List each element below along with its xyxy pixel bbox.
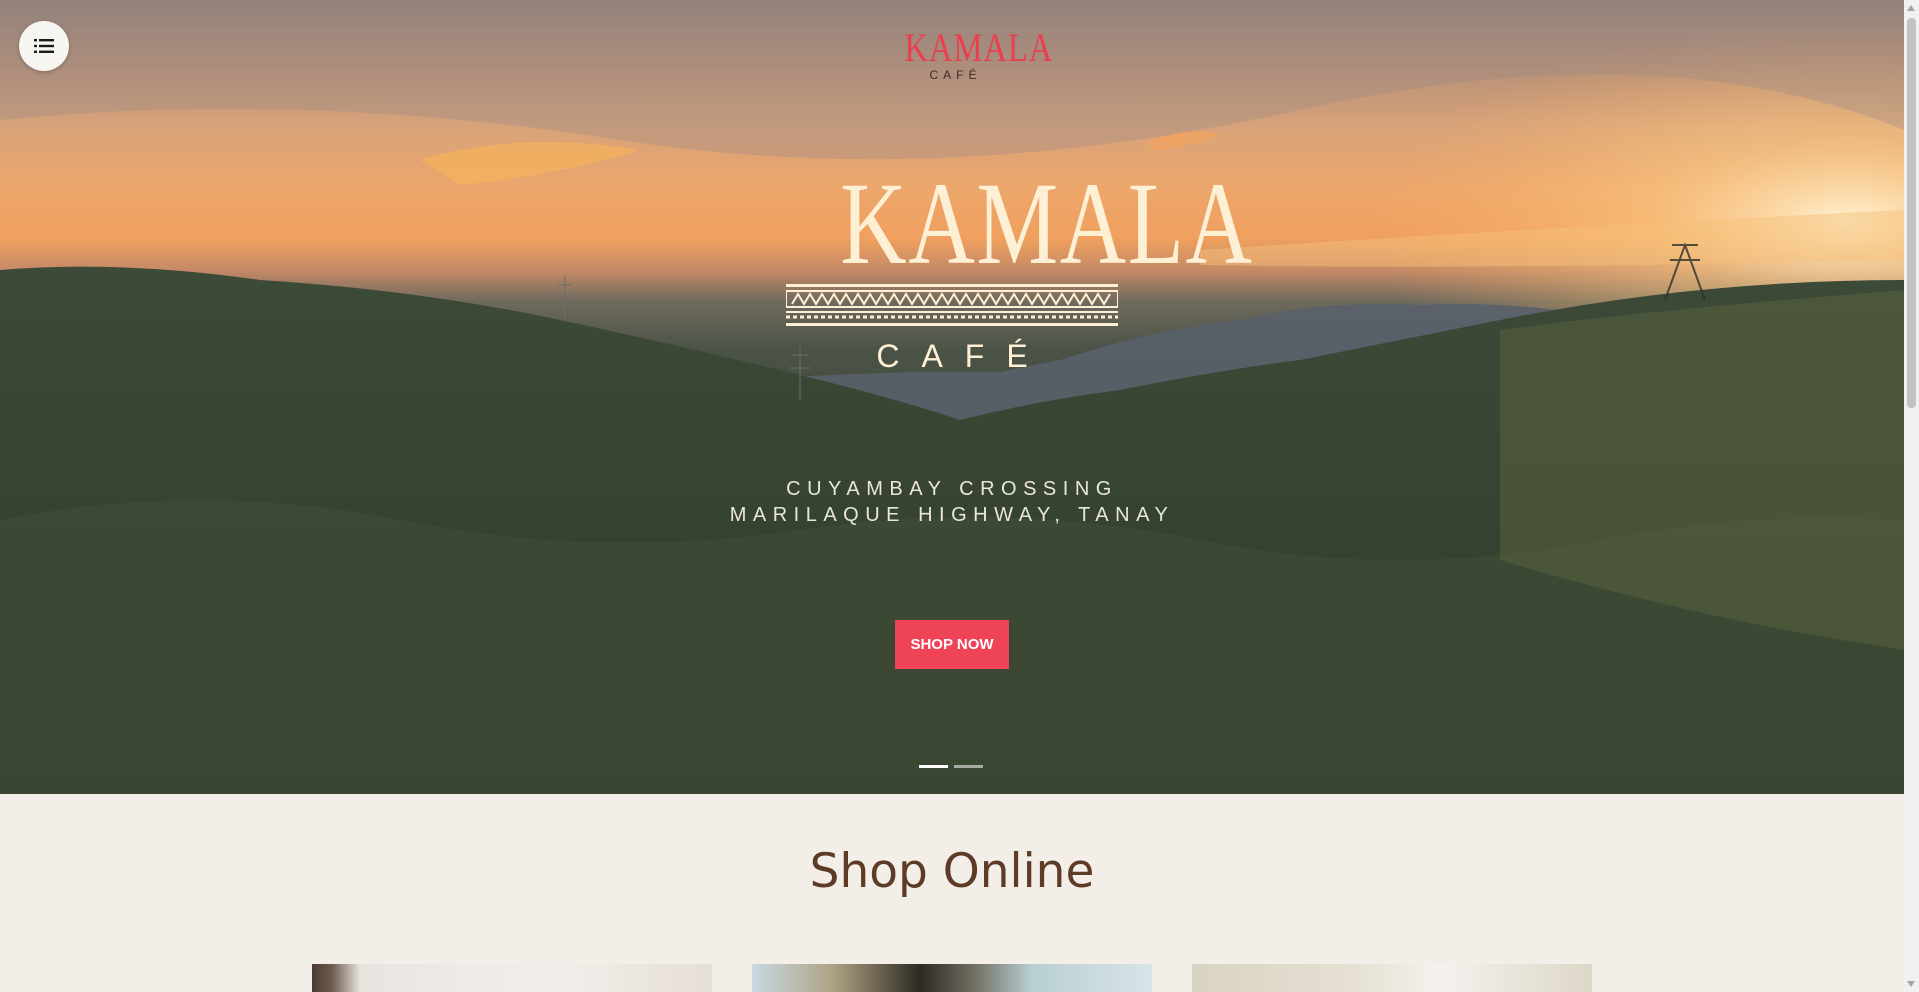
hero-logo-name: KAMALA — [840, 158, 1254, 289]
site-logo-name: KAMALA — [904, 25, 1054, 70]
shop-online-heading: Shop Online — [809, 844, 1095, 899]
hero-logo-sub: CAFÉ — [876, 338, 1050, 374]
list-icon — [34, 39, 54, 53]
shop-online-section: Shop Online — [0, 794, 1904, 992]
hero-logo: KAMALA CAFÉ — [782, 165, 1252, 375]
scroll-up-arrow-icon[interactable] — [1907, 5, 1915, 11]
product-card-2[interactable] — [752, 964, 1152, 992]
hero-address: CUYAMBAY CROSSING MARILAQUE HIGHWAY, TAN… — [560, 476, 1344, 528]
slider-pagination — [919, 765, 983, 768]
slider-dot-2[interactable] — [954, 765, 983, 768]
page-scrollbar[interactable] — [1904, 0, 1919, 992]
hero-background-image — [0, 0, 1904, 794]
page: KAMALA CAFÉ KAMALA CAFÉ CUYAMBAY CROSSIN… — [0, 0, 1904, 992]
site-logo[interactable]: KAMALA CAFÉ — [888, 28, 1052, 83]
address-line-1: CUYAMBAY CROSSING — [786, 478, 1118, 500]
menu-button[interactable] — [19, 21, 69, 71]
site-logo-sub: CAFÉ — [929, 68, 982, 82]
address-line-2: MARILAQUE HIGHWAY, TANAY — [729, 504, 1175, 526]
scrollbar-thumb[interactable] — [1907, 18, 1916, 408]
scroll-down-arrow-icon[interactable] — [1907, 981, 1915, 987]
shop-now-button[interactable]: SHOP NOW — [895, 620, 1009, 669]
product-card-1[interactable] — [312, 964, 712, 992]
product-card-3[interactable] — [1192, 964, 1592, 992]
hero-slider: KAMALA CAFÉ KAMALA CAFÉ CUYAMBAY CROSSIN… — [0, 0, 1904, 794]
hero-logo-pattern — [785, 284, 1119, 326]
slider-dot-1[interactable] — [919, 765, 948, 768]
